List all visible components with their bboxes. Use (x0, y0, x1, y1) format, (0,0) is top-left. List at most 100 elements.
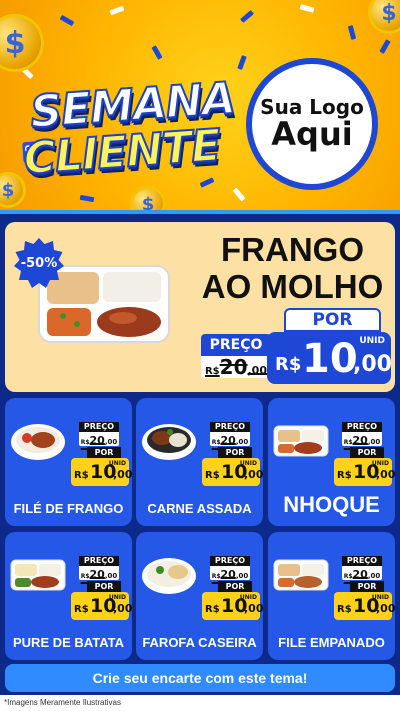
new-price-currency: R$ (74, 604, 89, 615)
old-price-box: PREÇO R$20,00 (342, 556, 382, 581)
old-price-decimal: ,00 (235, 438, 249, 446)
product-name: CARNE ASSADA (147, 501, 252, 516)
new-price-currency: R$ (205, 470, 220, 481)
coin-icon: $ (0, 14, 44, 72)
old-price-value: R$20,00 (201, 356, 271, 378)
product-name: PURE DE BATATA (13, 635, 124, 650)
confetti-decoration (299, 4, 315, 13)
logo-placeholder[interactable]: Sua Logo Aqui (246, 58, 378, 190)
old-price-label: PREÇO (201, 334, 271, 356)
confetti-decoration (240, 10, 254, 23)
old-price-label: PREÇO (342, 556, 382, 566)
confetti-decoration (109, 5, 125, 16)
confetti-decoration (199, 177, 215, 188)
old-price-currency: R$ (211, 439, 221, 446)
product-grid: PREÇO R$20,00 POR UNID R$ 10 ,00 FILÉ DE… (5, 398, 395, 660)
old-price-value: R$20,00 (79, 432, 119, 447)
confetti-decoration (237, 55, 247, 70)
product-name: NHOQUE (283, 492, 380, 517)
product-card[interactable]: PREÇO R$20,00 POR UNID R$ 10 ,00 FAROFA … (136, 532, 263, 660)
product-name: FILE EMPANADO (278, 635, 385, 650)
featured-name-line2: AO MOLHO (201, 267, 384, 305)
old-price-currency: R$ (80, 439, 90, 446)
tray-meal-icon (10, 559, 66, 591)
old-price-decimal: ,00 (367, 438, 381, 446)
new-price-currency: R$ (205, 604, 220, 615)
old-price-label: PREÇO (79, 556, 119, 566)
old-price-integer: 20 (89, 434, 105, 447)
old-price-integer: 20 (219, 355, 248, 379)
new-price-box: UNID R$ 10 ,00 (334, 592, 395, 620)
header-divider (0, 210, 400, 214)
new-price-currency: R$ (74, 470, 89, 481)
por-label: POR (284, 308, 381, 332)
old-price-box: PREÇO R$20,00 (342, 422, 382, 447)
por-label: POR (87, 447, 121, 458)
product-card[interactable]: PREÇO R$20,00 POR UNID R$ 10 ,00 FILÉ DE… (5, 398, 132, 526)
confetti-decoration (347, 25, 357, 40)
old-price-value: R$20,00 (79, 566, 119, 581)
new-price-box: UNID R$ 10 ,00 (267, 332, 392, 384)
confetti-decoration (79, 194, 95, 203)
new-price-decimal: ,00 (376, 602, 395, 615)
product-card[interactable]: PREÇO R$20,00 POR UNID R$ 10 ,00 FILE EM… (268, 532, 395, 660)
new-price-box: UNID R$ 10 ,00 (71, 592, 132, 620)
logo-text-line2: Aqui (271, 114, 353, 153)
old-price-integer: 20 (220, 434, 236, 447)
new-price-currency: R$ (337, 470, 352, 481)
old-price-decimal: ,00 (367, 572, 381, 580)
old-price-currency: R$ (343, 573, 353, 580)
por-label: POR (350, 447, 384, 458)
old-price-integer: 20 (352, 434, 368, 447)
bowl-beef-icon (142, 424, 196, 460)
new-price-decimal: ,00 (113, 602, 132, 615)
new-price-decimal: ,00 (113, 468, 132, 481)
por-label: POR (218, 447, 252, 458)
old-price-box: PREÇO R$20,00 (210, 422, 250, 447)
old-price-label: PREÇO (210, 556, 250, 566)
old-price-currency: R$ (343, 439, 353, 446)
old-price-box: PREÇO R$20,00 (79, 422, 119, 447)
product-card[interactable]: PREÇO R$20,00 POR UNID R$ 10 ,00 NHOQUE (268, 398, 395, 526)
old-price-value: R$20,00 (210, 432, 250, 447)
old-price-decimal: ,00 (235, 572, 249, 580)
featured-name-line1: FRANGO (221, 231, 364, 268)
new-price-currency: R$ (275, 354, 302, 375)
confetti-decoration (379, 39, 391, 54)
create-flyer-button[interactable]: Crie seu encarte com este tema! (5, 664, 395, 692)
old-price-decimal: ,00 (104, 572, 118, 580)
old-price-integer: 20 (89, 568, 105, 581)
new-price-box: UNID R$ 10 ,00 (202, 458, 263, 486)
confetti-decoration (232, 187, 246, 202)
product-card[interactable]: PREÇO R$20,00 POR UNID R$ 10 ,00 CARNE A… (136, 398, 263, 526)
bowl-rice-icon (142, 558, 196, 594)
new-price-decimal: ,00 (353, 352, 392, 377)
old-price-integer: 20 (352, 568, 368, 581)
old-price-value: R$20,00 (342, 566, 382, 581)
old-price-decimal: ,00 (247, 364, 268, 377)
new-price-decimal: ,00 (244, 468, 263, 481)
old-price-currency: R$ (204, 366, 220, 377)
old-price-integer: 20 (220, 568, 236, 581)
old-price-label: PREÇO (79, 422, 119, 432)
old-price-label: PREÇO (210, 422, 250, 432)
new-price-currency: R$ (337, 604, 352, 615)
new-price-box: UNID R$ 10 ,00 (202, 592, 263, 620)
unit-label: UNID (359, 336, 385, 346)
old-price-box: PREÇO R$20,00 (201, 334, 271, 378)
old-price-currency: R$ (211, 573, 221, 580)
old-price-box: PREÇO R$20,00 (210, 556, 250, 581)
new-price-integer: 10 (302, 336, 358, 382)
confetti-decoration (59, 14, 75, 27)
product-name: FILÉ DE FRANGO (13, 501, 124, 516)
disclaimer-text: *Imagens Meramente Ilustrativas (0, 695, 400, 711)
campaign-title: SEMANA DO CLIENTE (15, 72, 251, 188)
product-card[interactable]: PREÇO R$20,00 POR UNID R$ 10 ,00 PURE DE… (5, 532, 132, 660)
tray-meal-icon (273, 559, 329, 591)
featured-product-name: FRANGO AO MOLHO (195, 231, 390, 306)
bowl-chicken-icon (11, 424, 65, 460)
featured-product-card[interactable]: -50% FRANGO AO MOLHO PREÇO R$20,00 POR U… (5, 222, 395, 392)
confetti-decoration (151, 45, 163, 60)
por-label: POR (218, 581, 252, 592)
old-price-label: PREÇO (342, 422, 382, 432)
